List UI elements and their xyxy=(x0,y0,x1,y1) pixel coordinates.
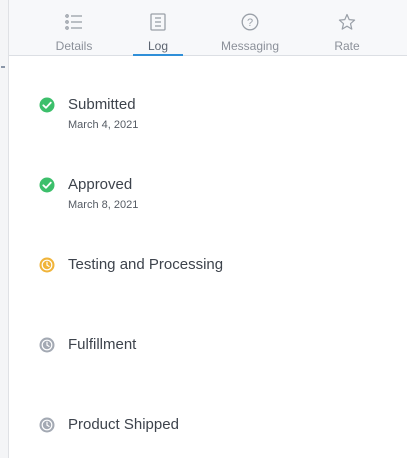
clock-icon xyxy=(39,337,55,353)
step-date: March 4, 2021 xyxy=(68,119,139,131)
tab-messaging[interactable]: ? Messaging xyxy=(205,0,295,55)
rail-marker xyxy=(1,66,5,68)
log-icon xyxy=(150,12,166,32)
clock-icon xyxy=(39,417,55,433)
tab-rate[interactable]: Rate xyxy=(312,0,382,55)
step-title: Testing and Processing xyxy=(68,256,224,273)
tab-details[interactable]: Details xyxy=(34,0,114,55)
tab-log[interactable]: Log xyxy=(123,0,193,55)
clock-icon xyxy=(39,257,55,273)
left-rail xyxy=(0,0,9,458)
step-title: Submitted xyxy=(68,96,136,113)
tab-label: Log xyxy=(147,39,169,53)
status-timeline: Submitted March 4, 2021 Approved March 8… xyxy=(9,56,407,458)
check-circle-icon xyxy=(39,177,55,193)
svg-text:?: ? xyxy=(247,17,253,29)
help-circle-icon: ? xyxy=(241,12,259,32)
step-date: March 8, 2021 xyxy=(68,199,139,211)
star-icon xyxy=(338,12,356,32)
check-circle-icon xyxy=(39,97,55,113)
tab-bar: Details Log ? Messaging Rate xyxy=(9,0,407,56)
list-icon xyxy=(65,12,83,32)
step-title: Approved xyxy=(68,176,133,193)
step-title: Fulfillment xyxy=(68,336,137,353)
tab-label: Rate xyxy=(334,39,360,53)
tab-label: Details xyxy=(55,39,93,53)
tab-label: Messaging xyxy=(220,39,280,53)
step-title: Product Shipped xyxy=(68,416,179,433)
